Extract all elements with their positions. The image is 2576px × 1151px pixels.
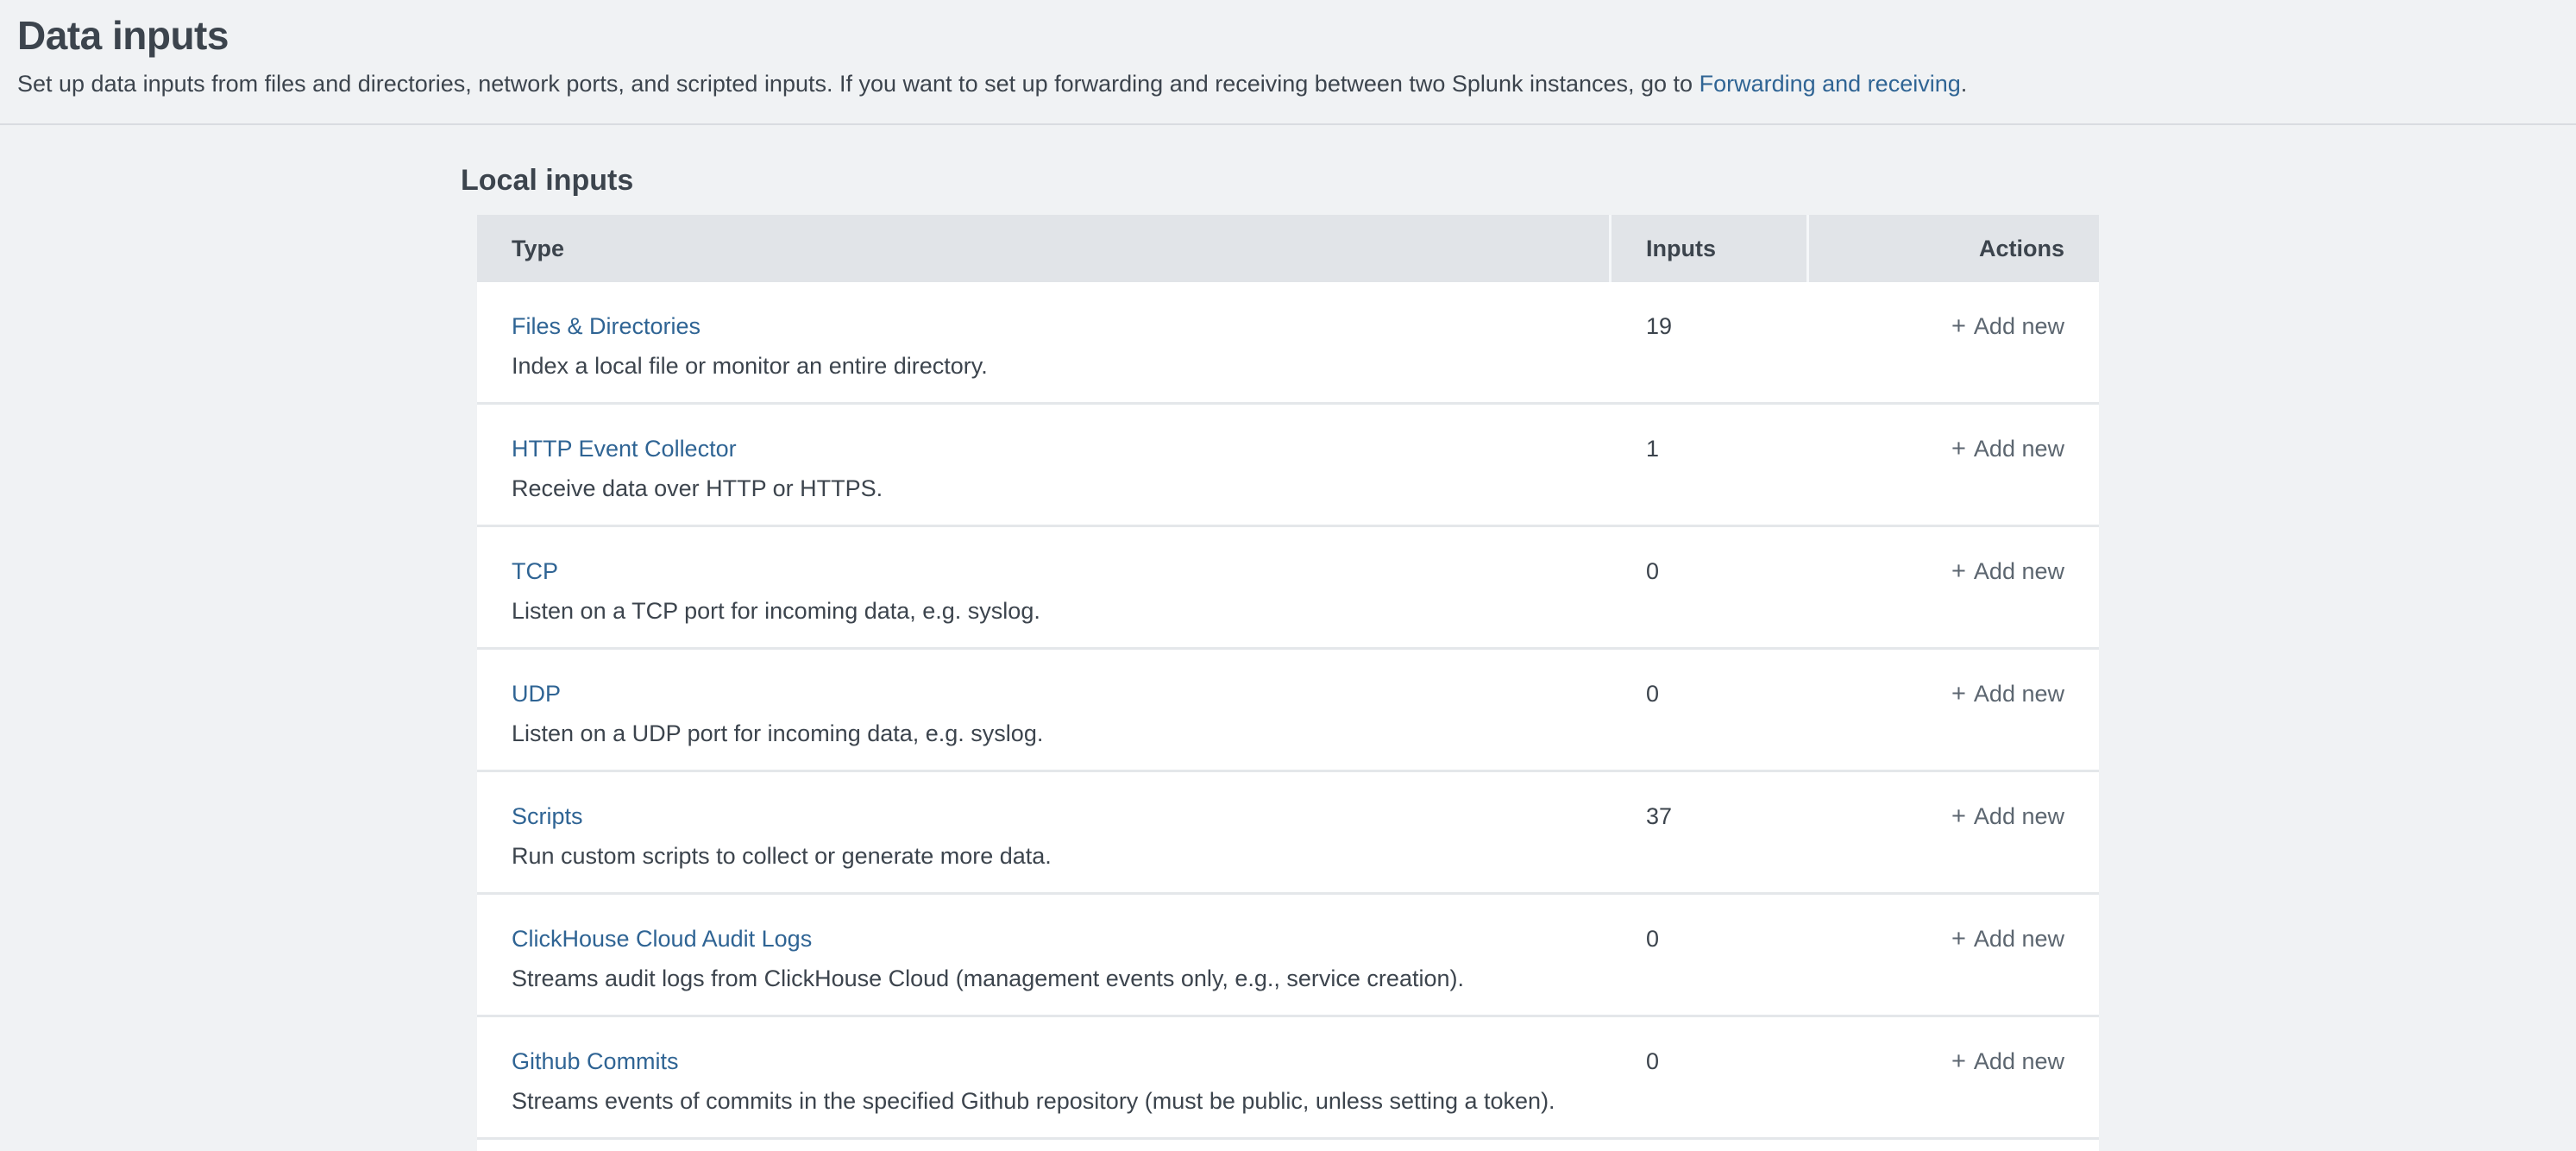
type-cell: TCP Listen on a TCP port for incoming da… <box>477 557 1612 626</box>
actions-cell: + Add new <box>1809 1047 2099 1076</box>
add-new-label: Add new <box>1974 436 2064 462</box>
forwarding-and-receiving-link[interactable]: Forwarding and receiving <box>1700 71 1961 97</box>
page-subtitle: Set up data inputs from files and direct… <box>17 69 2541 98</box>
plus-icon: + <box>1951 557 1966 586</box>
add-new-button-tcp[interactable]: + Add new <box>1951 558 2064 584</box>
add-new-label: Add new <box>1974 313 2064 339</box>
column-header-inputs: Inputs <box>1612 215 1809 282</box>
table-row-udp: UDP Listen on a UDP port for incoming da… <box>477 650 2099 772</box>
input-type-description: Run custom scripts to collect or generat… <box>512 841 1577 871</box>
inputs-count: 0 <box>1612 679 1809 708</box>
table-row-files-directories: Files & Directories Index a local file o… <box>477 282 2099 405</box>
type-cell: HTTP Event Collector Receive data over H… <box>477 434 1612 503</box>
actions-cell: + Add new <box>1809 802 2099 831</box>
actions-cell: + Add new <box>1809 557 2099 586</box>
type-cell: Scripts Run custom scripts to collect or… <box>477 802 1612 871</box>
inputs-count: 0 <box>1612 1047 1809 1076</box>
table-row-tcp: TCP Listen on a TCP port for incoming da… <box>477 527 2099 650</box>
input-type-link-scripts[interactable]: Scripts <box>512 802 583 831</box>
column-header-actions: Actions <box>1809 236 2099 262</box>
local-inputs-table: Type Inputs Actions Files & Directories … <box>477 215 2099 1151</box>
plus-icon: + <box>1951 679 1966 708</box>
table-row-partial <box>477 1140 2099 1151</box>
add-new-button-files-directories[interactable]: + Add new <box>1951 313 2064 339</box>
type-cell: UDP Listen on a UDP port for incoming da… <box>477 679 1612 748</box>
section-heading-local-inputs: Local inputs <box>461 163 2576 198</box>
inputs-count: 0 <box>1612 924 1809 953</box>
add-new-label: Add new <box>1974 803 2064 829</box>
type-cell: ClickHouse Cloud Audit Logs Streams audi… <box>477 924 1612 993</box>
input-type-link-files-directories[interactable]: Files & Directories <box>512 311 701 341</box>
actions-cell: + Add new <box>1809 679 2099 708</box>
inputs-count: 37 <box>1612 802 1809 831</box>
input-type-link-tcp[interactable]: TCP <box>512 557 558 586</box>
add-new-button-udp[interactable]: + Add new <box>1951 681 2064 707</box>
table-row-scripts: Scripts Run custom scripts to collect or… <box>477 772 2099 895</box>
table-row-github-commits: Github Commits Streams events of commits… <box>477 1017 2099 1140</box>
table-row-http-event-collector: HTTP Event Collector Receive data over H… <box>477 405 2099 527</box>
plus-icon: + <box>1951 802 1966 831</box>
input-type-link-clickhouse-cloud-audit-logs[interactable]: ClickHouse Cloud Audit Logs <box>512 924 812 953</box>
type-cell: Github Commits Streams events of commits… <box>477 1047 1612 1116</box>
add-new-button-clickhouse-cloud-audit-logs[interactable]: + Add new <box>1951 926 2064 952</box>
input-type-description: Streams audit logs from ClickHouse Cloud… <box>512 964 1577 993</box>
add-new-button-github-commits[interactable]: + Add new <box>1951 1048 2064 1074</box>
actions-cell: + Add new <box>1809 924 2099 953</box>
actions-cell: + Add new <box>1809 311 2099 341</box>
type-cell: Files & Directories Index a local file o… <box>477 311 1612 381</box>
table-header-row: Type Inputs Actions <box>477 215 2099 282</box>
input-type-link-http-event-collector[interactable]: HTTP Event Collector <box>512 434 737 463</box>
inputs-count: 1 <box>1612 434 1809 463</box>
content-area: Local inputs Type Inputs Actions Files &… <box>0 125 2576 1151</box>
input-type-description: Streams events of commits in the specifi… <box>512 1086 1577 1116</box>
input-type-link-github-commits[interactable]: Github Commits <box>512 1047 679 1076</box>
plus-icon: + <box>1951 434 1966 463</box>
input-type-description: Index a local file or monitor an entire … <box>512 351 1577 381</box>
input-type-description: Receive data over HTTP or HTTPS. <box>512 474 1577 503</box>
input-type-description: Listen on a UDP port for incoming data, … <box>512 719 1577 748</box>
actions-cell: + Add new <box>1809 434 2099 463</box>
page-title: Data inputs <box>17 12 2541 59</box>
page-subtitle-text: Set up data inputs from files and direct… <box>17 71 1700 97</box>
plus-icon: + <box>1951 311 1966 341</box>
add-new-label: Add new <box>1974 1048 2064 1074</box>
page-header: Data inputs Set up data inputs from file… <box>0 0 2576 125</box>
plus-icon: + <box>1951 1047 1966 1076</box>
add-new-label: Add new <box>1974 926 2064 952</box>
inputs-count: 0 <box>1612 557 1809 586</box>
add-new-button-scripts[interactable]: + Add new <box>1951 803 2064 829</box>
add-new-label: Add new <box>1974 558 2064 584</box>
input-type-link-udp[interactable]: UDP <box>512 679 561 708</box>
plus-icon: + <box>1951 924 1966 953</box>
column-header-type: Type <box>477 215 1612 282</box>
add-new-label: Add new <box>1974 681 2064 707</box>
input-type-description: Listen on a TCP port for incoming data, … <box>512 596 1577 626</box>
table-row-clickhouse-cloud-audit-logs: ClickHouse Cloud Audit Logs Streams audi… <box>477 895 2099 1017</box>
add-new-button-http-event-collector[interactable]: + Add new <box>1951 436 2064 462</box>
page-subtitle-period: . <box>1961 71 1968 97</box>
inputs-count: 19 <box>1612 311 1809 341</box>
